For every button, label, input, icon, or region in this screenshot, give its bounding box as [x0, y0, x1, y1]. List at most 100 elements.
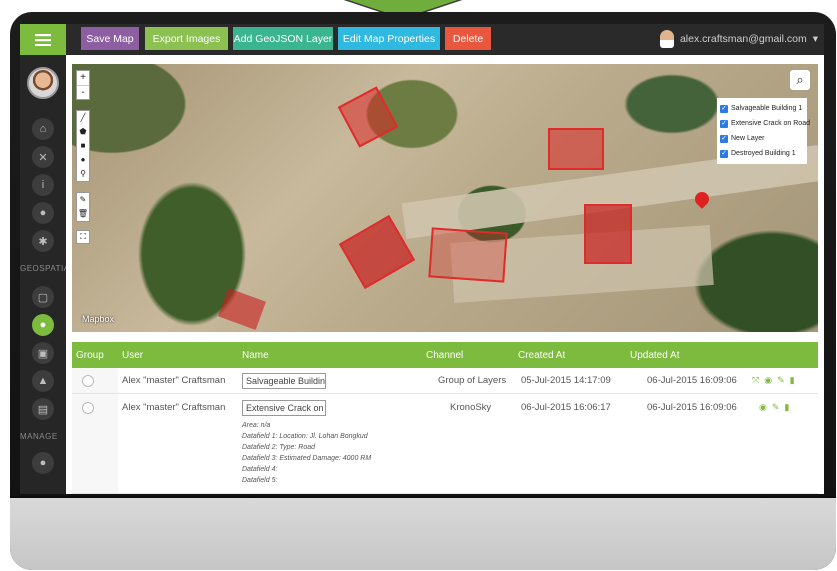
- save-map-button[interactable]: Save Map: [81, 27, 139, 50]
- col-channel[interactable]: Channel: [426, 350, 463, 361]
- edit-icon[interactable]: ✎: [777, 375, 785, 386]
- layer-control: ✓ Salvageable Building 1 ✓ Extensive Crack…: [717, 98, 810, 164]
- layer-label: Destroyed Building 1: [731, 150, 796, 157]
- draw-toolbar: ╱ ⬟ ■ ● ⚲: [76, 110, 90, 182]
- table-row[interactable]: Alex "master" Craftsman Salvageable Buil…: [72, 368, 818, 394]
- cell-channel: KronoSky: [450, 402, 492, 413]
- file-icon[interactable]: ▤: [32, 398, 54, 420]
- draw-line-icon[interactable]: ╱: [77, 111, 89, 125]
- name-input[interactable]: Salvageable Building 1: [242, 373, 326, 389]
- document-icon[interactable]: ▢: [32, 286, 54, 308]
- layer-toggle[interactable]: ✓ Salvageable Building 1: [720, 101, 804, 116]
- polygon-building[interactable]: [338, 214, 416, 290]
- cell-updated: 06-Jul-2015 16:09:06: [647, 402, 737, 413]
- sidebar: ⌂ ✕ i ● ✱ GEOSPATIAL ▢ ● ▣ ▲ ▤ MANAGE ●: [20, 24, 66, 494]
- app-screen: ⌂ ✕ i ● ✱ GEOSPATIAL ▢ ● ▣ ▲ ▤ MANAGE ● …: [20, 24, 824, 494]
- fullscreen-icon[interactable]: ⛶: [76, 230, 90, 244]
- export-images-button[interactable]: Export Images: [145, 27, 228, 50]
- hamburger-menu-button[interactable]: [20, 24, 66, 55]
- avatar[interactable]: [27, 67, 59, 99]
- image-icon[interactable]: ▣: [32, 342, 54, 364]
- cell-created: 05-Jul-2015 14:17:09: [521, 375, 611, 386]
- detail-datafield-2: Datafield 2: Type: Road: [242, 444, 316, 451]
- eye-icon[interactable]: ◉: [764, 375, 772, 386]
- col-updated-at[interactable]: Updated At: [630, 350, 679, 361]
- layers-table: Group User Name Channel Created At Updat…: [72, 342, 818, 494]
- top-toolbar: Save Map Export Images Add GeoJSON Layer…: [66, 24, 824, 55]
- detail-datafield-1: Datafield 1: Location: Jl. Lohan Bongkud: [242, 433, 368, 440]
- manage-icon[interactable]: ●: [32, 452, 54, 474]
- info-icon[interactable]: i: [32, 174, 54, 196]
- user-avatar: [659, 30, 674, 48]
- table-row[interactable]: Alex "master" Craftsman Extensive Crack …: [72, 394, 818, 494]
- detail-area: Area: n/a: [242, 422, 271, 429]
- trash-icon[interactable]: ▮: [790, 375, 795, 386]
- menu-icon: [35, 33, 51, 46]
- detail-datafield-4: Datafield 4:: [242, 466, 278, 473]
- layer-label: New Layer: [731, 135, 765, 142]
- col-user[interactable]: User: [122, 350, 143, 361]
- layer-toggle[interactable]: ✓ Destroyed Building 1: [720, 146, 804, 161]
- checkbox-checked-icon[interactable]: ✓: [720, 134, 728, 143]
- section-label-geospatial: GEOSPATIAL: [20, 264, 66, 273]
- settings-icon[interactable]: ✱: [32, 230, 54, 252]
- chevron-down-icon: ▾: [812, 33, 818, 45]
- tools-icon[interactable]: ✕: [32, 146, 54, 168]
- name-input[interactable]: Extensive Crack on Roa: [242, 400, 326, 416]
- section-label-manage: MANAGE: [20, 432, 58, 441]
- detail-datafield-5: Datafield 5:: [242, 477, 278, 484]
- checkbox-checked-icon[interactable]: ✓: [720, 104, 728, 113]
- edit-map-properties-button[interactable]: Edit Map Properties: [338, 27, 440, 50]
- draw-circle-icon[interactable]: ●: [77, 153, 89, 167]
- thumbs-up-icon[interactable]: ▲: [32, 370, 54, 392]
- add-geojson-layer-button[interactable]: Add GeoJSON Layer: [233, 27, 333, 50]
- checkbox-checked-icon[interactable]: ✓: [720, 149, 728, 158]
- building-roof: [218, 288, 266, 330]
- col-group[interactable]: Group: [76, 350, 104, 361]
- map-pin-icon[interactable]: ●: [32, 314, 54, 336]
- zoom-out-button[interactable]: -: [77, 85, 89, 99]
- user-email: alex.craftsman@gmail.com: [679, 33, 807, 45]
- edit-icon[interactable]: ✎: [772, 402, 780, 413]
- home-icon[interactable]: ⌂: [32, 118, 54, 140]
- polygon-crack-area[interactable]: [428, 227, 508, 283]
- checkbox-checked-icon[interactable]: ✓: [720, 119, 728, 128]
- zoom-in-button[interactable]: +: [77, 71, 89, 85]
- cell-user: Alex "master" Craftsman: [122, 375, 226, 386]
- user-menu[interactable]: alex.craftsman@gmail.com ▾: [659, 29, 818, 49]
- draw-rectangle-icon[interactable]: ■: [77, 139, 89, 153]
- polygon-building[interactable]: [584, 204, 632, 264]
- polygon-salvageable-building[interactable]: [337, 86, 399, 148]
- row-actions: ◉ ✎ ▮: [759, 402, 789, 413]
- cell-user: Alex "master" Craftsman: [122, 402, 226, 413]
- row-actions: ⤧ ◉ ✎ ▮: [752, 375, 795, 386]
- layer-toggle[interactable]: ✓ Extensive Crack on Road: [720, 116, 810, 131]
- draw-marker-icon[interactable]: ⚲: [77, 167, 89, 181]
- draw-polygon-icon[interactable]: ⬟: [77, 125, 89, 139]
- delete-button[interactable]: Delete: [445, 27, 491, 50]
- row-select-radio[interactable]: [82, 375, 94, 387]
- trash-icon[interactable]: ▮: [784, 402, 789, 413]
- row-select-radio[interactable]: [82, 402, 94, 414]
- col-name[interactable]: Name: [242, 350, 269, 361]
- expand-icon[interactable]: ⤧: [752, 375, 759, 386]
- map-attribution[interactable]: Mapbox: [82, 314, 114, 324]
- trash-icon[interactable]: 🗑: [77, 207, 89, 221]
- table-header: Group User Name Channel Created At Updat…: [72, 342, 818, 368]
- layer-toggle[interactable]: ✓ New Layer: [720, 131, 804, 146]
- search-icon[interactable]: ⌕: [790, 70, 810, 90]
- cell-updated: 06-Jul-2015 16:09:06: [647, 375, 737, 386]
- col-created-at[interactable]: Created At: [518, 350, 565, 361]
- device-bezel: [10, 498, 836, 570]
- map-canvas[interactable]: + - ╱ ⬟ ■ ● ⚲ ✎ 🗑 ⛶ ⌕ ✓ Salvageable Build…: [72, 64, 818, 332]
- polygon-destroyed-building[interactable]: [548, 128, 604, 170]
- zoom-control: + -: [76, 70, 90, 100]
- edit-toolbar: ✎ 🗑: [76, 192, 90, 222]
- edit-layers-icon[interactable]: ✎: [77, 193, 89, 207]
- chat-icon[interactable]: ●: [32, 202, 54, 224]
- eye-icon[interactable]: ◉: [759, 402, 767, 413]
- cell-created: 06-Jul-2015 16:06:17: [521, 402, 611, 413]
- detail-datafield-3: Datafield 3: Estimated Damage: 4000 RM: [242, 455, 372, 462]
- cell-channel: Group of Layers: [438, 375, 507, 386]
- layer-label: Salvageable Building 1: [731, 105, 803, 112]
